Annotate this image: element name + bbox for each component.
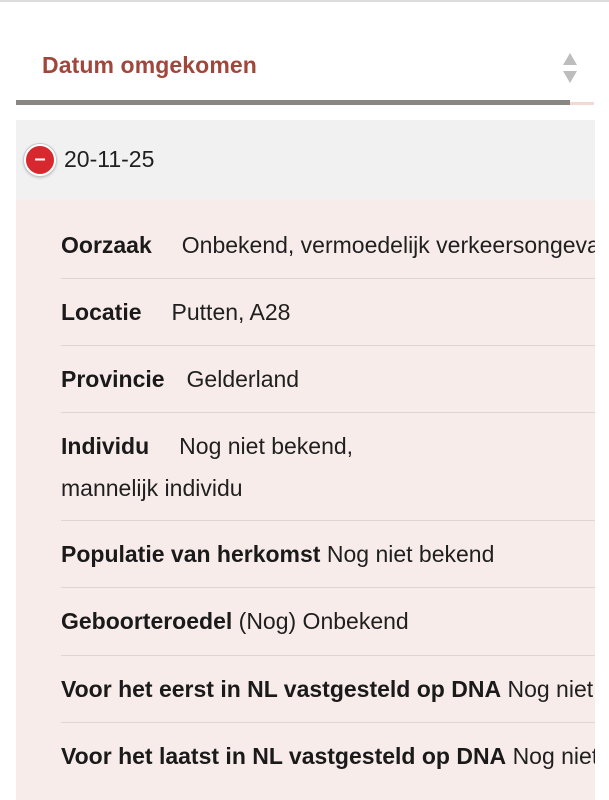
sort-header-label: Datum omgekomen (42, 52, 257, 78)
detail-label: Provincie (61, 366, 165, 392)
detail-value: Nog niet bekend (326, 541, 495, 567)
detail-value: Nog niet bekend (512, 743, 595, 769)
detail-label: Voor het laatst in NL vastgesteld op DNA (61, 743, 507, 769)
row-separator (61, 412, 595, 413)
detail-row-individu: Individu Nog niet bekend, mannelijk indiv… (61, 425, 381, 509)
table-row-header[interactable]: – 20-11-25 (16, 120, 595, 200)
row-separator (61, 278, 595, 279)
detail-label: Individu (61, 433, 150, 459)
detail-value: Putten, A28 (171, 299, 291, 325)
row-separator (61, 722, 595, 723)
detail-row-laatst-dna: Voor het laatst in NL vastgesteld op DNA… (61, 735, 595, 777)
row-separator (61, 587, 595, 588)
detail-value: (Nog) Onbekend (238, 608, 409, 634)
detail-label: Locatie (61, 299, 142, 325)
row-separator (61, 520, 595, 521)
row-separator (61, 345, 595, 346)
detail-row-oorzaak: Oorzaak Onbekend, vermoedelijk verkeerson… (61, 224, 595, 266)
detail-label: Oorzaak (61, 232, 152, 258)
header-underline-accent (570, 102, 594, 105)
sort-arrows-icon[interactable] (562, 52, 578, 84)
row-date: 20-11-25 (64, 146, 155, 172)
detail-row-provincie: Provincie Gelderland (61, 358, 595, 400)
detail-row-populatie: Populatie van herkomst Nog niet bekend (61, 533, 595, 575)
detail-label: Populatie van herkomst (61, 541, 321, 567)
minus-icon[interactable]: – (24, 144, 56, 176)
sort-column-header[interactable]: Datum omgekomen (16, 30, 594, 102)
row-details-panel: Oorzaak Onbekend, vermoedelijk verkeerson… (16, 200, 595, 800)
header-underline (16, 100, 570, 105)
detail-label: Geboorteroedel (61, 608, 233, 634)
detail-value: Onbekend, vermoedelijk verkeersongeval (181, 232, 595, 258)
top-divider (0, 0, 609, 2)
detail-row-eerst-dna: Voor het eerst in NL vastgesteld op DNA … (61, 668, 595, 710)
detail-value: Gelderland (186, 366, 300, 392)
detail-row-locatie: Locatie Putten, A28 (61, 291, 595, 333)
row-separator (61, 655, 595, 656)
page: Datum omgekomen – 20-11-25 Oorzaak Onbeke… (0, 0, 609, 800)
detail-row-geboorteroedel: Geboorteroedel (Nog) Onbekend (61, 600, 595, 642)
detail-value: Nog niet bekend (507, 676, 595, 702)
detail-label: Voor het eerst in NL vastgesteld op DNA (61, 676, 502, 702)
